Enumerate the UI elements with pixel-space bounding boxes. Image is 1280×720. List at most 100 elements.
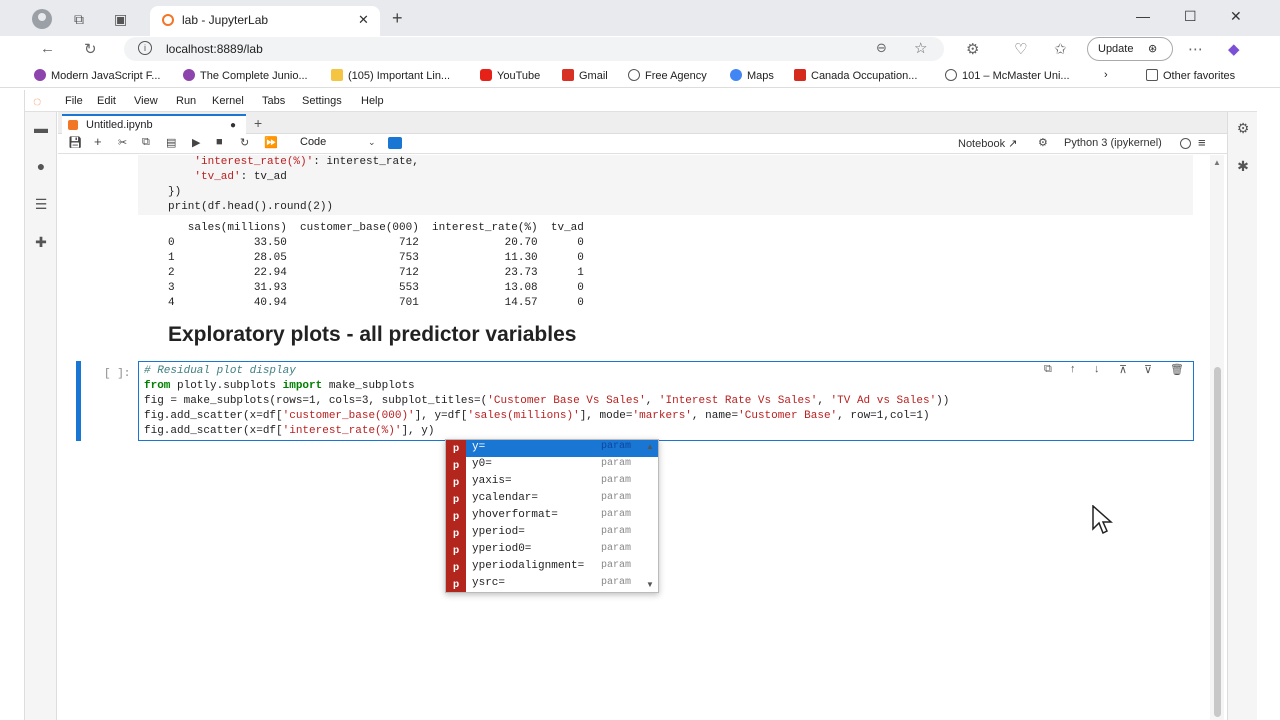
- unsaved-indicator-icon[interactable]: ●: [230, 120, 236, 131]
- debugger-icon[interactable]: ✱: [1235, 158, 1251, 174]
- extensions-icon[interactable]: ⚙: [966, 40, 979, 58]
- bookmark-item[interactable]: Free Agency: [628, 69, 707, 82]
- workspaces-icon[interactable]: ⧉: [74, 10, 84, 28]
- delete-cell-icon[interactable]: 🗑︎: [1170, 363, 1184, 376]
- profile-avatar-icon[interactable]: [32, 9, 52, 29]
- code-cell-input[interactable]: 'interest_rate(%)': interest_rate, 'tv_a…: [138, 155, 1193, 215]
- completer-item[interactable]: p yaxis= param: [446, 474, 658, 491]
- history-icon: [945, 69, 957, 81]
- browser-essentials-icon[interactable]: ♡: [1014, 40, 1027, 58]
- notebook-label[interactable]: Notebook ↗: [958, 137, 1017, 150]
- duplicate-cell-icon[interactable]: ⧉: [1044, 363, 1052, 376]
- completer-item[interactable]: p ysrc= param: [446, 576, 658, 592]
- completer-item[interactable]: p yperiod= param: [446, 525, 658, 542]
- jupyterlab-app: ◌ File Edit View Run Kernel Tabs Setting…: [24, 90, 1257, 720]
- kernel-name[interactable]: Python 3 (ipykernel): [1064, 137, 1162, 149]
- bookmark-item[interactable]: Gmail: [562, 69, 608, 82]
- other-favorites[interactable]: Other favorites: [1146, 69, 1235, 82]
- favorites-icon[interactable]: ✩: [1054, 40, 1067, 58]
- bookmark-item[interactable]: Modern JavaScript F...: [34, 69, 160, 82]
- copilot-icon[interactable]: ◆: [1228, 40, 1240, 58]
- close-window-icon[interactable]: ✕: [1230, 8, 1242, 25]
- table-of-contents-icon[interactable]: ☰: [33, 196, 49, 212]
- completer-item[interactable]: p y= param: [446, 440, 658, 457]
- site-info-icon[interactable]: i: [138, 41, 152, 55]
- back-icon[interactable]: ←: [40, 40, 55, 57]
- browser-tab-jupyterlab[interactable]: lab - JupyterLab ✕: [150, 6, 380, 36]
- insert-cell-icon[interactable]: +: [94, 134, 102, 149]
- completer-item[interactable]: p ycalendar= param: [446, 491, 658, 508]
- menu-kernel[interactable]: Kernel: [212, 95, 244, 107]
- scroll-up-icon[interactable]: ▲: [646, 442, 654, 451]
- tab-actions-icon[interactable]: ▣: [114, 10, 127, 28]
- run-icon[interactable]: ▶: [192, 136, 200, 149]
- active-code-cell[interactable]: [ ]: # Residual plot display from plotly.…: [76, 361, 1194, 443]
- bookmark-item[interactable]: 101 – McMaster Uni...: [945, 69, 1070, 82]
- kernel-settings-icon[interactable]: ⚙: [1038, 136, 1048, 149]
- menu-run[interactable]: Run: [176, 95, 196, 107]
- insert-above-icon[interactable]: ⊼: [1119, 363, 1127, 376]
- menu-edit[interactable]: Edit: [97, 95, 116, 107]
- menu-help[interactable]: Help: [361, 95, 384, 107]
- youtube-icon: [480, 69, 492, 81]
- bookmark-item[interactable]: YouTube: [480, 69, 540, 82]
- url-text[interactable]: localhost:8889/lab: [166, 42, 263, 56]
- code-cell-editor[interactable]: # Residual plot display from plotly.subpl…: [138, 361, 1194, 441]
- close-tab-icon[interactable]: ✕: [358, 12, 369, 28]
- chevron-down-icon[interactable]: ⌄: [368, 137, 376, 148]
- zoom-icon[interactable]: ⊖: [876, 40, 887, 56]
- address-bar[interactable]: i localhost:8889/lab ⊖ ☆: [124, 37, 944, 61]
- scrollbar-thumb[interactable]: [1214, 367, 1221, 717]
- restart-run-all-icon[interactable]: ⏩: [264, 136, 278, 149]
- menu-file[interactable]: File: [65, 95, 83, 107]
- menu-bar: ◌ File Edit View Run Kernel Tabs Setting…: [25, 90, 1257, 112]
- scroll-down-icon[interactable]: ▼: [646, 580, 654, 589]
- interrupt-icon[interactable]: ■: [216, 136, 223, 148]
- completer-item[interactable]: p yhoverformat= param: [446, 508, 658, 525]
- code-line: fig.add_scatter(x=df['interest_rate(%)']…: [144, 425, 435, 437]
- notebook-scrollbar[interactable]: ▲: [1210, 155, 1224, 720]
- favorite-star-icon[interactable]: ☆: [914, 39, 927, 57]
- move-down-icon[interactable]: ↓: [1094, 363, 1100, 375]
- completer-item[interactable]: p yperiodalignment= param: [446, 559, 658, 576]
- more-menu-icon[interactable]: ⋯: [1188, 40, 1203, 58]
- new-launcher-icon[interactable]: +: [254, 115, 262, 131]
- cut-icon[interactable]: ✂: [118, 136, 127, 149]
- bookmark-item[interactable]: Canada Occupation...: [794, 69, 917, 82]
- move-up-icon[interactable]: ↑: [1070, 363, 1076, 375]
- save-icon[interactable]: 💾︎: [68, 136, 82, 149]
- paste-icon[interactable]: ▤: [166, 136, 176, 149]
- property-inspector-icon[interactable]: ⚙: [1235, 120, 1251, 136]
- bookmark-item[interactable]: Maps: [730, 69, 774, 82]
- scroll-up-icon[interactable]: ▲: [1213, 158, 1221, 167]
- restart-icon[interactable]: ↻: [240, 136, 249, 149]
- copy-icon[interactable]: ⧉: [142, 136, 150, 149]
- insert-below-icon[interactable]: ⊽: [1144, 363, 1152, 376]
- property-icon[interactable]: [388, 137, 402, 149]
- running-kernels-icon[interactable]: ●: [33, 158, 49, 174]
- menu-view[interactable]: View: [134, 95, 158, 107]
- bookmark-item[interactable]: The Complete Junio...: [183, 69, 308, 82]
- cell-type-select[interactable]: Code: [300, 136, 378, 148]
- folder-icon: [1146, 69, 1158, 81]
- extensions-icon[interactable]: ✚: [33, 234, 49, 250]
- completer-item[interactable]: p yperiod0= param: [446, 542, 658, 559]
- bookmarks-overflow-icon[interactable]: ›: [1104, 69, 1108, 81]
- notebook-tab[interactable]: Untitled.ipynb ●: [62, 114, 246, 134]
- output-line: 3 31.93 553 13.08 0: [168, 282, 584, 294]
- refresh-icon[interactable]: ↻: [84, 40, 97, 58]
- active-cell-indicator[interactable]: [76, 361, 81, 441]
- menu-tabs[interactable]: Tabs: [262, 95, 285, 107]
- browser-tab-title: lab - JupyterLab: [182, 13, 269, 27]
- completer-item[interactable]: p y0= param: [446, 457, 658, 474]
- menu-settings[interactable]: Settings: [302, 95, 342, 107]
- file-browser-icon[interactable]: ▬: [33, 120, 49, 136]
- bookmark-item[interactable]: (105) Important Lin...: [331, 69, 450, 82]
- hamburger-menu-icon[interactable]: ≡: [1198, 135, 1206, 150]
- output-line: 1 28.05 753 11.30 0: [168, 252, 584, 264]
- new-tab-icon[interactable]: +: [392, 8, 403, 29]
- minimize-icon[interactable]: —: [1136, 8, 1150, 24]
- update-button[interactable]: Update ⊛: [1087, 37, 1173, 61]
- maximize-icon[interactable]: ☐: [1184, 8, 1197, 25]
- google-icon: [730, 69, 742, 81]
